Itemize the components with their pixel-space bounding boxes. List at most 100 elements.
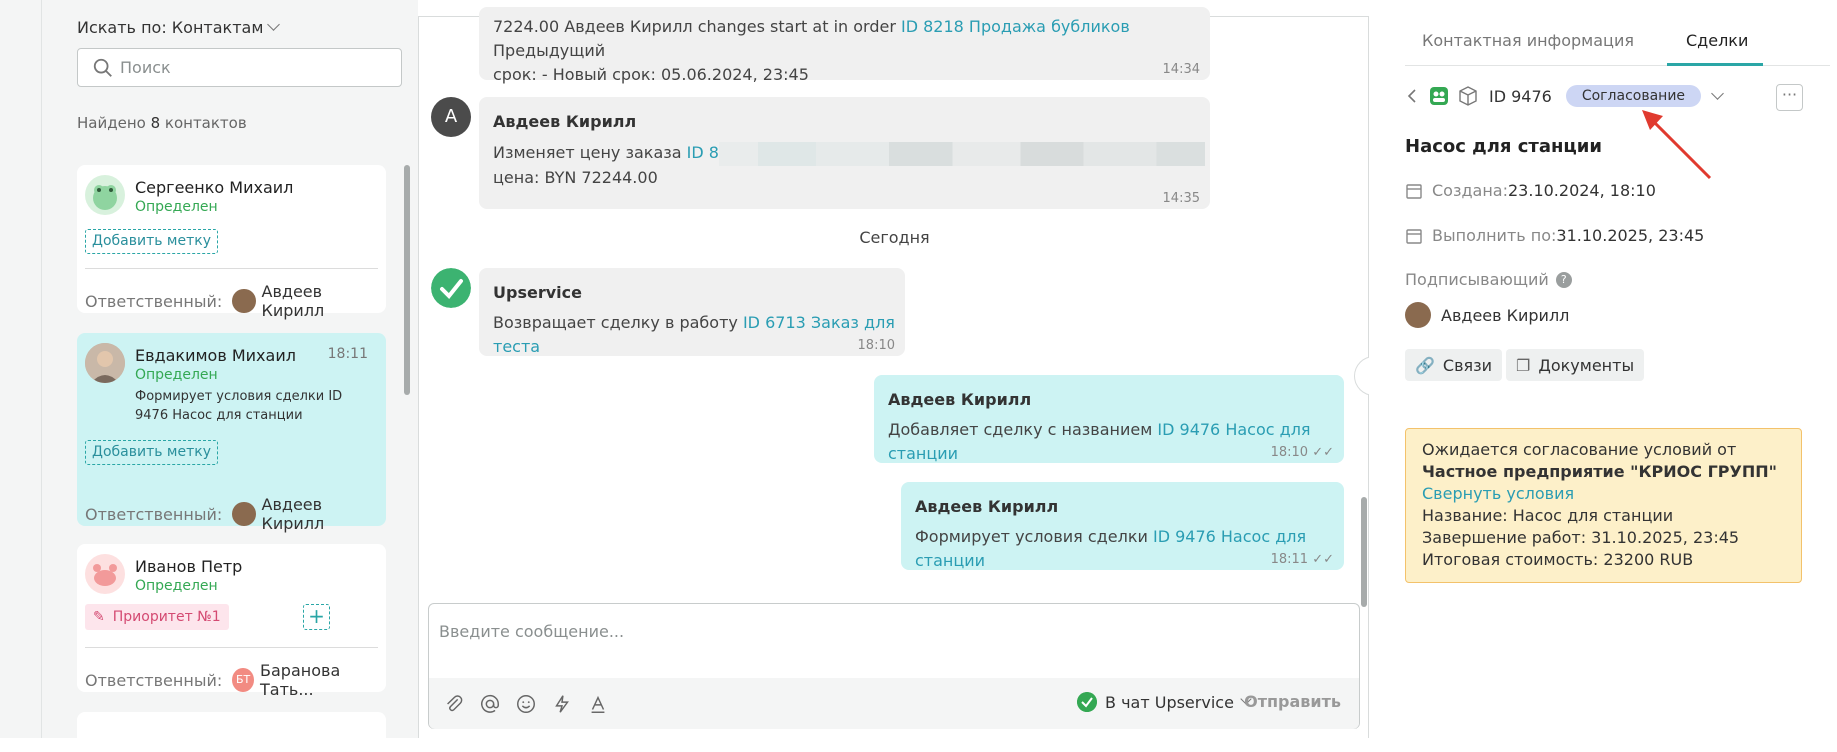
author-avatar: А xyxy=(431,97,471,137)
blurred-content xyxy=(718,141,1205,166)
message-bubble: 7224.00 Авдеев Кирилл changes start at i… xyxy=(479,7,1210,84)
message-text: 7224.00 Авдеев Кирилл changes start at i… xyxy=(493,15,1210,87)
message-time-value: 18:10 xyxy=(1270,445,1309,460)
frog-avatar-icon xyxy=(93,185,117,210)
responsible-name: Авдеев Кирилл xyxy=(261,282,325,320)
message-text: Возвращает сделку в работу ID 6713 Заказ… xyxy=(493,311,905,359)
add-tag-button[interactable]: Добавить метку xyxy=(85,440,218,465)
tab-deals[interactable]: Сделки xyxy=(1686,31,1748,50)
responsible-row: Ответственный: БТ Баранова Тать... xyxy=(85,661,386,699)
notice-company: Частное предприятие "КРИОС ГРУПП" xyxy=(1422,462,1777,481)
collapse-conditions-link[interactable]: Свернуть условия xyxy=(1422,484,1574,503)
search-box[interactable] xyxy=(77,48,402,87)
last-message: Формирует условия сделки ID 9476 Насос д… xyxy=(135,389,343,423)
deal-header-row: ID 9476 Согласование xyxy=(1405,85,1724,107)
mention-icon[interactable] xyxy=(479,693,501,715)
message-text-part: Формирует условия сделки xyxy=(915,527,1153,546)
contact-card-selected[interactable]: Евдакимов Михаил 18:11 Определен Формиру… xyxy=(77,333,386,533)
tabs-bar: Контактная информация Сделки xyxy=(1405,0,1830,66)
message-link[interactable]: ID 8 xyxy=(687,143,719,162)
tab-contact-info[interactable]: Контактная информация xyxy=(1422,31,1634,50)
link-icon: 🔗 xyxy=(1415,355,1435,375)
to-chat-selector[interactable]: В чат Upservice xyxy=(1077,692,1252,712)
crab-avatar-icon xyxy=(93,564,117,586)
calendar-icon xyxy=(1406,183,1422,199)
responsible-name: Баранова Тать... xyxy=(260,661,341,699)
deal-type-icon xyxy=(1430,87,1448,105)
search-input[interactable] xyxy=(120,58,380,77)
double-check-icon: ✓✓ xyxy=(1312,445,1334,460)
message-text-part: Изменяет цену заказа xyxy=(493,143,687,162)
divider xyxy=(85,268,378,269)
status-badge[interactable]: Согласование xyxy=(1565,85,1702,107)
responsible-name: Авдеев Кирилл xyxy=(261,495,325,533)
created-label: Создана: xyxy=(1432,181,1508,200)
signer-row: Авдеев Кирилл xyxy=(1405,302,1569,328)
search-icon xyxy=(93,58,112,77)
message-text-part: 7224.00 Авдеев Кирилл changes start at i… xyxy=(493,17,901,36)
documents-icon: ❐ xyxy=(1516,355,1531,375)
signers-row: Подписывающий ? xyxy=(1405,270,1572,289)
message-text-part: цена: BYN 72244.00 xyxy=(493,167,658,187)
more-options-button[interactable]: ··· xyxy=(1776,84,1803,111)
found-prefix: Найдено xyxy=(77,114,151,132)
notice-name-line: Название: Насос для станции xyxy=(1422,506,1674,525)
found-count: 8 xyxy=(150,114,161,132)
deal-id: ID 9476 xyxy=(1489,86,1552,106)
priority-label: Приоритет №1 xyxy=(112,609,221,625)
chat-scrollbar[interactable] xyxy=(1361,497,1367,607)
notice-text: Ожидается согласование условий от xyxy=(1422,440,1737,459)
send-button[interactable]: Отправить xyxy=(1244,692,1341,711)
message-time-value: 18:11 xyxy=(1270,552,1309,567)
chevron-down-icon xyxy=(267,18,281,31)
documents-button[interactable]: ❐ Документы xyxy=(1506,349,1645,381)
contact-status: Определен xyxy=(135,367,218,383)
search-by-dropdown[interactable]: Искать по: Контактам xyxy=(77,18,281,37)
feather-icon: ✎ xyxy=(93,609,105,625)
message-bubble: Авдеев Кирилл Изменяет цену заказа ID 8 ц… xyxy=(479,97,1210,209)
notice-cost-line: Итоговая стоимость: 23200 RUB xyxy=(1422,550,1694,569)
message-input[interactable]: Введите сообщение... xyxy=(439,622,624,641)
paperclip-icon[interactable] xyxy=(443,693,465,715)
active-tab-indicator xyxy=(1667,63,1763,66)
contact-card-partial[interactable] xyxy=(77,712,386,752)
avatar xyxy=(85,175,125,215)
links-button[interactable]: 🔗 Связи xyxy=(1405,349,1503,381)
upservice-check-icon xyxy=(1077,692,1097,712)
composer-toolbar: В чат Upservice Отправить xyxy=(429,678,1359,729)
add-tag-button[interactable]: Добавить метку xyxy=(85,229,218,254)
calendar-icon xyxy=(1406,228,1422,244)
contact-card[interactable]: Сергеенко Михаил Определен Добавить метк… xyxy=(77,165,386,320)
due-label: Выполнить по: xyxy=(1432,226,1557,245)
chevron-left-icon[interactable] xyxy=(1405,86,1419,106)
message-time: 18:10 ✓✓ xyxy=(1271,445,1334,460)
lightning-icon[interactable] xyxy=(551,693,573,715)
contact-name: Иванов Петр xyxy=(135,557,243,576)
avatar xyxy=(1405,302,1431,328)
package-icon xyxy=(1459,86,1477,106)
help-icon[interactable]: ? xyxy=(1555,271,1572,288)
deal-title: Насос для станции xyxy=(1405,136,1602,157)
message-time: 14:35 xyxy=(1162,191,1200,206)
documents-label: Документы xyxy=(1538,355,1635,375)
message-author: Авдеев Кирилл xyxy=(493,112,637,131)
contact-status: Определен xyxy=(135,578,218,594)
message-composer[interactable]: Введите сообщение... В чат Upservice Отп… xyxy=(428,603,1360,729)
message-text-part: Возвращает сделку в работу xyxy=(493,313,743,332)
text-format-icon[interactable] xyxy=(587,693,609,715)
contact-card[interactable]: Иванов Петр Определен ✎ Приоритет №1 + От… xyxy=(77,544,386,699)
message-author: Авдеев Кирилл xyxy=(915,497,1059,516)
chevron-down-icon[interactable] xyxy=(1711,86,1724,100)
message-time: 18:11 ✓✓ xyxy=(1271,552,1334,567)
avatar xyxy=(232,502,256,526)
contacts-scrollbar[interactable] xyxy=(404,165,410,395)
priority-tag[interactable]: ✎ Приоритет №1 xyxy=(85,604,229,630)
avatar xyxy=(232,289,256,313)
responsible-row: Ответственный: Авдеев Кирилл xyxy=(85,282,386,320)
signers-label: Подписывающий xyxy=(1405,270,1549,289)
contact-name: Евдакимов Михаил xyxy=(135,346,296,365)
message-link[interactable]: ID 8218 Продажа бубликов xyxy=(901,17,1130,36)
add-tag-plus-button[interactable]: + xyxy=(303,604,330,630)
emoji-icon[interactable] xyxy=(515,693,537,715)
contacts-panel: Искать по: Контактам Найдено 8 контактов… xyxy=(42,0,418,752)
